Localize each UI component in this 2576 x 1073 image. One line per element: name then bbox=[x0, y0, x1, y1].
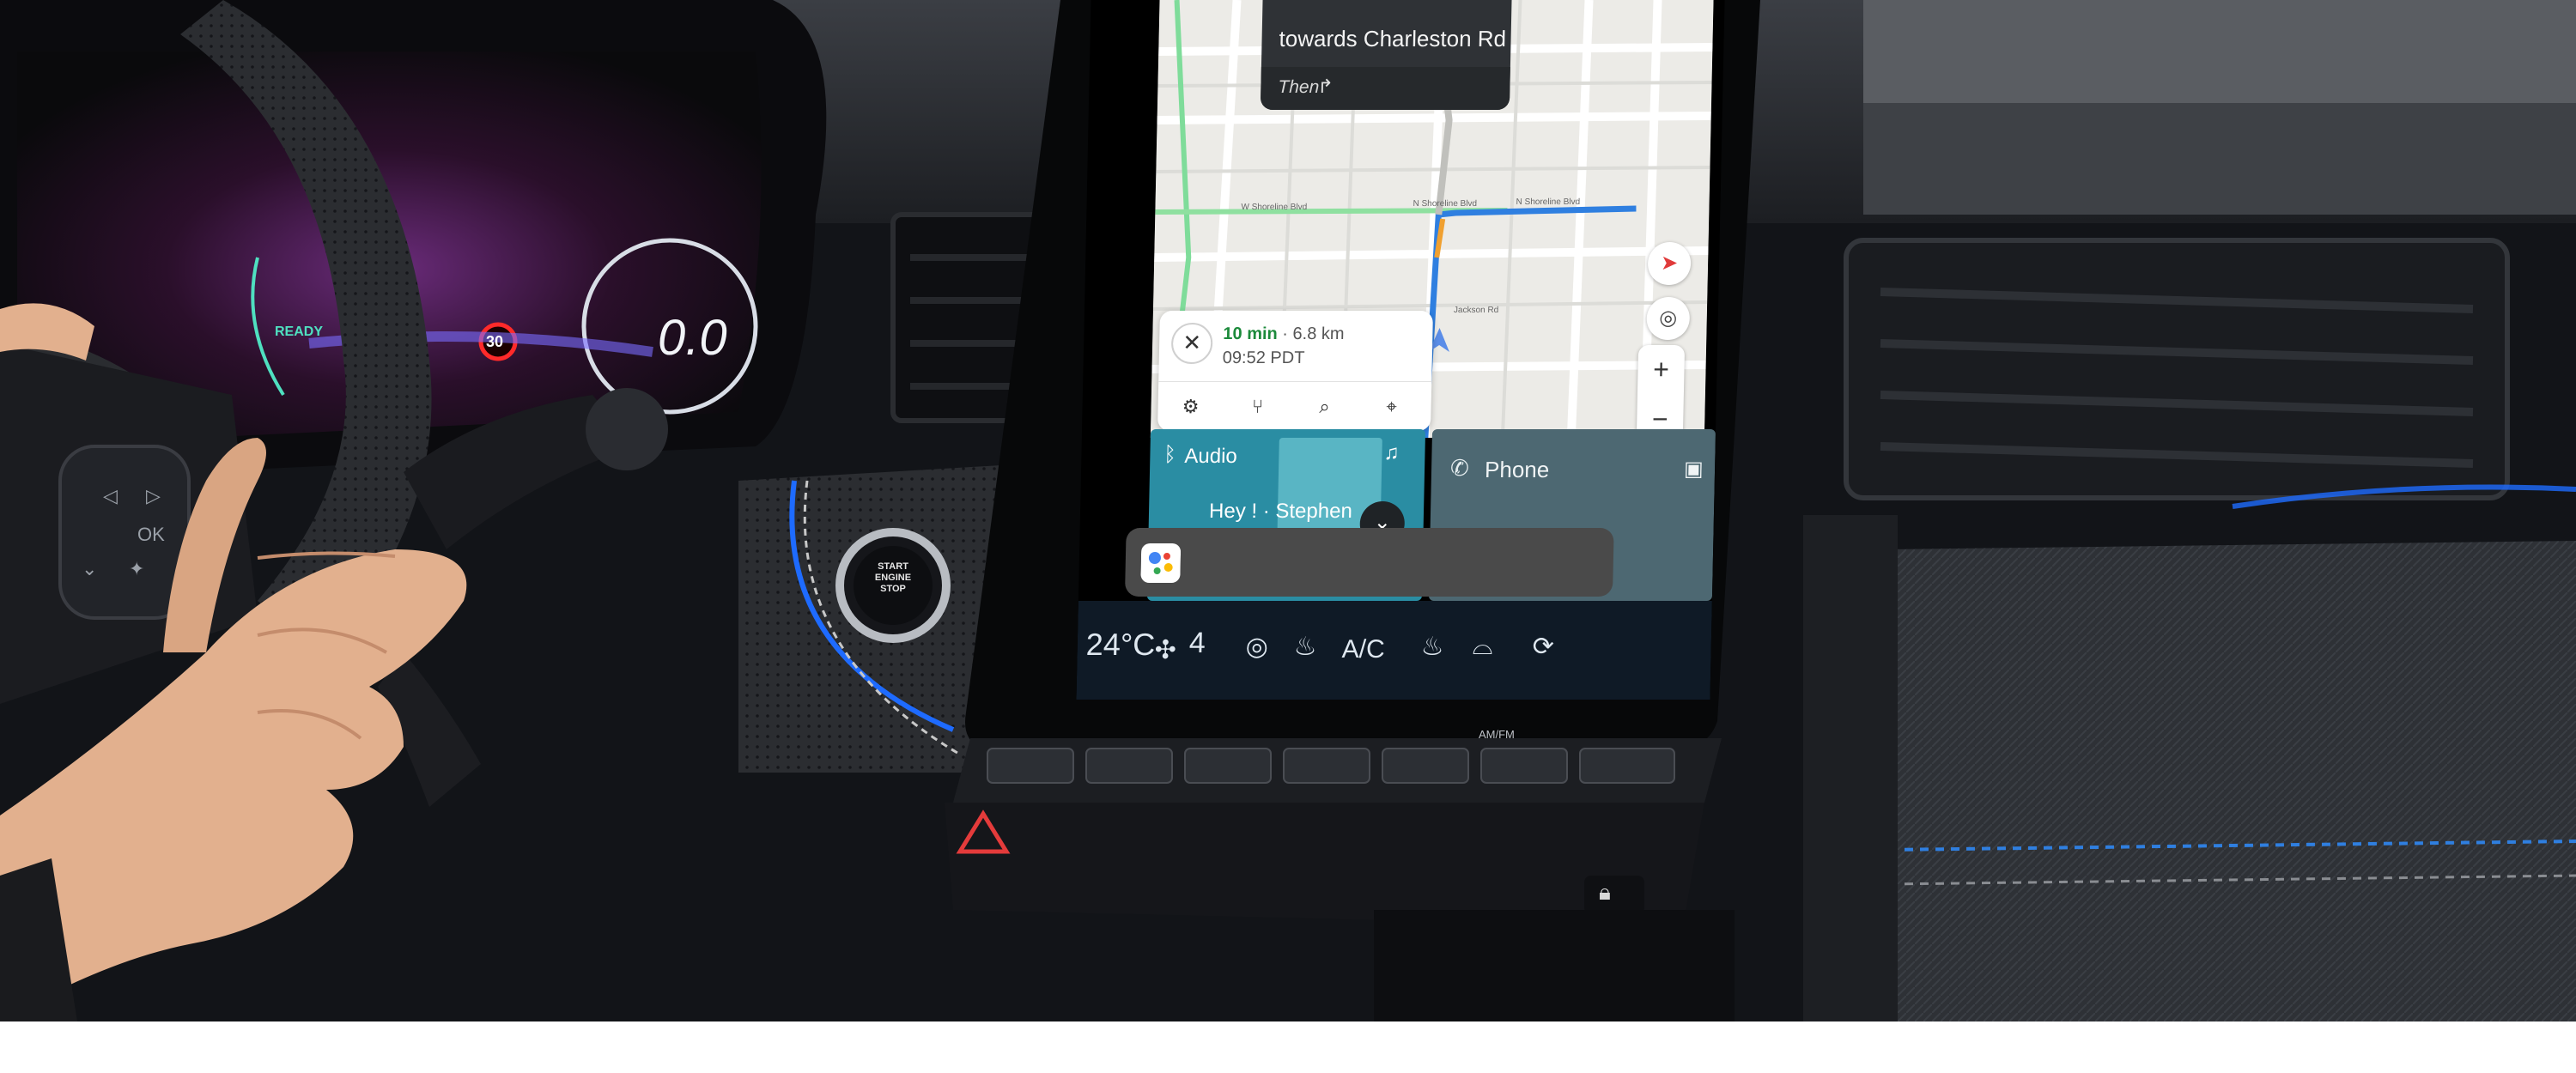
car-interior-photo: ◁ ▷ OK ⌄ ✦ 0.0 30 READY START ENGINE STO… bbox=[0, 0, 2576, 1021]
map-label: N Shoreline Blvd bbox=[1516, 197, 1581, 207]
svg-text:✦: ✦ bbox=[129, 558, 144, 579]
temperature-control[interactable]: 24°C bbox=[1085, 627, 1155, 663]
assistant-bar[interactable] bbox=[1124, 528, 1614, 597]
hard-button-am-fm[interactable]: AM/FM bbox=[1479, 728, 1515, 741]
svg-text:▷: ▷ bbox=[146, 485, 161, 506]
trip-eta: 10 min · 6.8 km bbox=[1223, 324, 1345, 344]
map-label: W Shoreline Blvd bbox=[1241, 203, 1308, 212]
svg-text:⌄: ⌄ bbox=[82, 558, 97, 579]
bottom-margin bbox=[0, 1021, 2576, 1073]
ready-indicator: READY bbox=[275, 324, 324, 339]
divider bbox=[1158, 381, 1432, 382]
hazard-icon[interactable] bbox=[957, 807, 1008, 858]
search-icon[interactable]: ⌕ bbox=[1307, 390, 1342, 424]
svg-text:OK: OK bbox=[137, 524, 165, 545]
audio-label: Audio bbox=[1184, 445, 1238, 468]
lock-icon[interactable]: 🔒︎ bbox=[1599, 879, 1611, 906]
phone-label: Phone bbox=[1484, 457, 1550, 482]
stop-label: STOP bbox=[880, 584, 906, 594]
engine-label: ENGINE bbox=[874, 573, 912, 583]
pin-icon[interactable]: ⌖ bbox=[1374, 390, 1409, 424]
settings-icon[interactable]: ⚙ bbox=[1173, 390, 1208, 424]
close-icon[interactable]: ✕ bbox=[1170, 323, 1213, 364]
fan-level[interactable]: 4 bbox=[1188, 627, 1206, 660]
then-row: Then ↱ bbox=[1260, 67, 1510, 110]
speed-limit-sign: 30 bbox=[486, 333, 504, 350]
infotainment-screen: W Shoreline Blvd N Shoreline Blvd N Shor… bbox=[1076, 0, 1725, 700]
then-label: Then bbox=[1278, 77, 1320, 97]
contact-icon[interactable]: ▣ bbox=[1684, 457, 1704, 482]
next-street: towards Charleston Rd bbox=[1279, 26, 1507, 52]
air-recirculation-icon[interactable]: ⟳ bbox=[1532, 632, 1554, 662]
trip-summary-card[interactable]: ✕ 10 min · 6.8 km 09:52 PDT ⚙ ⑂ ⌕ ⌖ bbox=[1157, 311, 1433, 431]
seat-heat-right-icon[interactable]: ♨ bbox=[1420, 632, 1444, 662]
map-label: N Shoreline Blvd bbox=[1413, 199, 1478, 209]
start-stop-button[interactable]: START ENGINE STOP bbox=[860, 561, 926, 595]
cluster-speed: 0.0 bbox=[658, 310, 727, 366]
trip-arrival-time: 09:52 PDT bbox=[1222, 349, 1305, 367]
start-label: START bbox=[878, 561, 908, 572]
steering-heat-icon[interactable]: ◎ bbox=[1245, 632, 1268, 662]
phone-icon: ✆ bbox=[1449, 455, 1470, 481]
audio-source-icon[interactable]: ♫ bbox=[1383, 441, 1400, 465]
climate-bar: 24°C ✣ 4 ◎ ♨ A/C ♨ ⌓ ⟳ bbox=[1076, 601, 1712, 700]
fan-icon[interactable]: ✣ bbox=[1154, 635, 1176, 665]
trip-separator: · bbox=[1282, 324, 1289, 343]
turn-right-arrow-icon: ↱ bbox=[1317, 76, 1334, 97]
ac-button[interactable]: A/C bbox=[1341, 635, 1385, 664]
bluetooth-icon: ᛒ bbox=[1163, 443, 1177, 466]
zoom-in-button[interactable]: + bbox=[1637, 345, 1685, 393]
turn-instruction-card[interactable]: towards Charleston Rd Then ↱ bbox=[1260, 0, 1512, 110]
svg-text:◁: ◁ bbox=[103, 485, 118, 506]
seat-heat-icon[interactable]: ♨ bbox=[1293, 632, 1317, 662]
trip-distance: 6.8 km bbox=[1292, 324, 1345, 343]
trip-duration: 10 min bbox=[1223, 324, 1278, 343]
track-title: Hey ! · Stephen bbox=[1208, 500, 1353, 523]
route-options-icon[interactable]: ⑂ bbox=[1240, 390, 1275, 424]
assistant-icon bbox=[1140, 543, 1182, 583]
defrost-icon[interactable]: ⌓ bbox=[1472, 632, 1492, 661]
map-label: Jackson Rd bbox=[1453, 306, 1499, 315]
